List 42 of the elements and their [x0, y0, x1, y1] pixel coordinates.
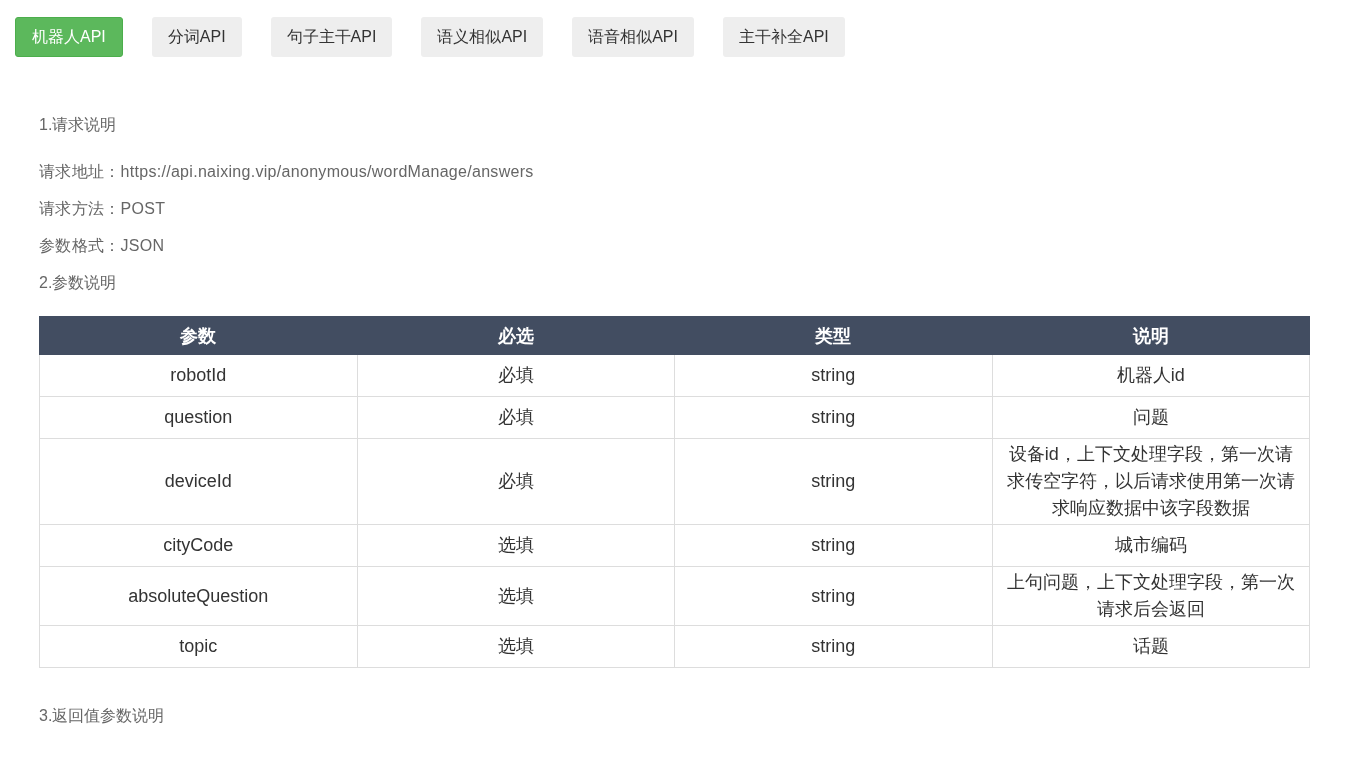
table-cell: 机器人id [992, 354, 1310, 397]
section-heading: 3.返回值参数说明 [39, 706, 166, 726]
table-cell: 设备id，上下文处理字段，第一次请求传空字符，以后请求使用第一次请求响应数据中该字段数据 [992, 438, 1310, 525]
table-cell: topic [39, 625, 357, 668]
table-cell: 选填 [357, 625, 675, 668]
table-cell: deviceId [39, 438, 357, 525]
info-value: JSON [120, 237, 165, 254]
info-label: 参数格式： [39, 237, 121, 254]
table-cell: question [39, 396, 357, 439]
info-label: 请求地址： [39, 163, 121, 180]
table-cell: 问题 [992, 396, 1310, 439]
api-tab[interactable]: 分词API [151, 17, 242, 57]
table-cell: string [674, 524, 992, 567]
api-tab[interactable]: 语义相似API [421, 17, 544, 57]
table-cell: 必填 [357, 354, 675, 397]
info-label: 请求方法： [39, 200, 121, 217]
table-cell: 选填 [357, 524, 675, 567]
table-cell: 必填 [357, 396, 675, 439]
info-value: https://api.naixing.vip/anonymous/wordManage/answers [120, 163, 534, 180]
table-cell: absoluteQuestion [39, 566, 357, 626]
column-header: 必选 [357, 316, 675, 355]
table-cell: string [674, 438, 992, 525]
table-cell: robotId [39, 354, 357, 397]
api-tab[interactable]: 句子主干API [270, 17, 393, 57]
info-value: POST [120, 200, 166, 217]
table-cell: 话题 [992, 625, 1310, 668]
table-cell: 必填 [357, 438, 675, 525]
column-header: 类型 [674, 316, 992, 355]
table-cell: string [674, 625, 992, 668]
section-heading: 1.请求说明 [39, 115, 118, 135]
table-cell: string [674, 566, 992, 626]
table-cell: string [674, 354, 992, 397]
api-tab[interactable]: 语音相似API [572, 17, 694, 57]
section-heading: 2.参数说明 [39, 273, 118, 293]
column-header: 说明 [992, 316, 1310, 355]
column-header: 参数 [39, 316, 357, 355]
table-cell: string [674, 396, 992, 439]
table-cell: 上句问题，上下文处理字段，第一次请求后会返回 [992, 566, 1310, 626]
table-cell: cityCode [39, 524, 357, 567]
table-cell: 选填 [357, 566, 675, 626]
api-tab[interactable]: 主干补全API [723, 17, 845, 57]
table-cell: 城市编码 [992, 524, 1310, 567]
